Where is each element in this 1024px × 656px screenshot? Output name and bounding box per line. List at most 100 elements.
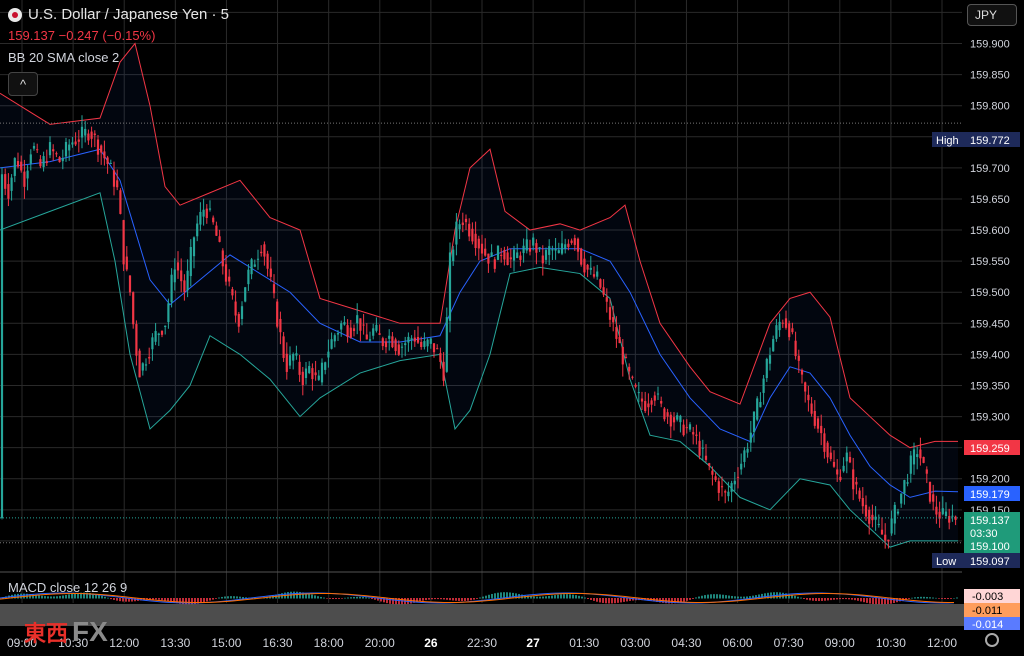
candle-body [122, 220, 125, 265]
candle-body [429, 338, 432, 344]
y-tick-label: 159.550 [970, 256, 1010, 268]
candle-body [900, 493, 903, 504]
candle-body [605, 297, 608, 302]
candle-body [637, 392, 640, 394]
candle-body [695, 434, 698, 436]
candle-body [244, 287, 247, 302]
candle-body [628, 366, 631, 372]
candle-body [279, 318, 282, 333]
candle-body [839, 476, 842, 481]
macd-hist-bar [446, 598, 448, 600]
candle-body [148, 357, 151, 359]
macd-hist-bar [107, 597, 109, 599]
macd-hist-bar [833, 598, 835, 600]
candle-body [551, 249, 554, 251]
candle-body [445, 317, 448, 372]
candle-body [903, 480, 906, 494]
macd-hist-bar [911, 597, 913, 599]
macd-hist-bar [242, 597, 244, 599]
macd-hist-bar [38, 595, 40, 599]
candle-body [74, 141, 77, 145]
candle-body [372, 328, 375, 336]
candle-body [384, 341, 388, 348]
candle-body [647, 403, 650, 408]
macd-hist-bar [857, 598, 859, 601]
candle-body [13, 158, 16, 176]
candle-body [503, 249, 506, 260]
x-tick-label: 06:00 [723, 636, 753, 650]
macd-hist-bar [158, 598, 160, 600]
candle-body [784, 318, 788, 328]
marker-label: High [936, 135, 959, 147]
candle-body [912, 449, 916, 465]
macd-hist-bar [218, 597, 220, 599]
macd-indicator-label[interactable]: MACD close 12 26 9 [8, 580, 127, 595]
y-tick-label: 159.300 [970, 412, 1010, 424]
candle-body [64, 141, 68, 157]
candle-body [560, 243, 564, 254]
macd-hist-bar [59, 595, 61, 599]
macd-hist-bar [953, 597, 955, 599]
macd-hist-bar [923, 596, 925, 599]
macd-hist-bar [848, 598, 850, 600]
candle-body [455, 221, 458, 245]
currency-button[interactable]: JPY [967, 4, 1017, 26]
candle-body [813, 410, 816, 426]
macd-hist-bar [308, 593, 310, 599]
collapse-indicators-button[interactable]: ^ [8, 72, 38, 96]
macd-hist-bar [611, 598, 613, 604]
macd-hist-bar [206, 598, 208, 602]
macd-hist-bar [497, 592, 499, 599]
candle-body [349, 327, 352, 338]
macd-hist-bar [224, 596, 226, 599]
y-tick-label: 159.650 [970, 194, 1010, 206]
macd-hist-bar [740, 596, 742, 599]
candle-body [199, 211, 202, 225]
x-tick-label: 09:00 [825, 636, 855, 650]
candle-body [516, 252, 519, 259]
marker-value: 159.097 [970, 556, 1010, 568]
macd-hist-bar [437, 598, 439, 600]
candle-body [260, 251, 263, 254]
macd-hist-bar [344, 597, 346, 599]
candle-body [666, 412, 669, 417]
macd-hist-bar [119, 598, 121, 602]
candle-body [327, 351, 330, 358]
bollinger-indicator-label[interactable]: BB 20 SMA close 2 [8, 50, 119, 65]
candle-body [624, 356, 628, 358]
marker-value: 159.179 [970, 489, 1010, 501]
macd-hist-bar [686, 598, 688, 601]
candle-body [724, 491, 727, 493]
candle-body [717, 481, 720, 493]
macd-hist-bar [716, 594, 718, 599]
macd-hist-bar [233, 596, 235, 599]
candle-body [484, 248, 487, 256]
candle-body [253, 264, 256, 267]
macd-hist-bar [326, 598, 328, 599]
macd-hist-bar [551, 595, 553, 599]
macd-hist-bar [851, 598, 853, 600]
macd-hist-bar [707, 594, 709, 599]
candle-body [340, 323, 343, 330]
y-tick-label: 159.500 [970, 287, 1010, 299]
candle-body [173, 269, 176, 283]
macd-hist-bar [683, 598, 685, 602]
candle-body [189, 247, 192, 277]
macd-hist-bar [587, 598, 589, 600]
candle-body [852, 469, 855, 490]
macd-hist-bar [695, 597, 697, 599]
candle-body [922, 456, 925, 463]
candle-body [436, 348, 439, 350]
symbol-header[interactable]: U.S. Dollar / Japanese Yen · 5 [8, 6, 229, 23]
candle-body [269, 268, 272, 277]
candle-body [391, 336, 394, 348]
candle-body [708, 463, 711, 466]
chart-canvas[interactable]: -0.003-0.011-0.014 159.950159.900159.850… [0, 0, 1024, 656]
candle-body [653, 395, 656, 401]
macd-hist-bar [794, 595, 796, 599]
settings-gear-icon[interactable] [985, 633, 999, 647]
macd-hist-bar [728, 595, 730, 599]
macd-hist-bar [698, 596, 700, 599]
macd-hist-bar [743, 596, 745, 599]
candle-body [864, 504, 868, 517]
